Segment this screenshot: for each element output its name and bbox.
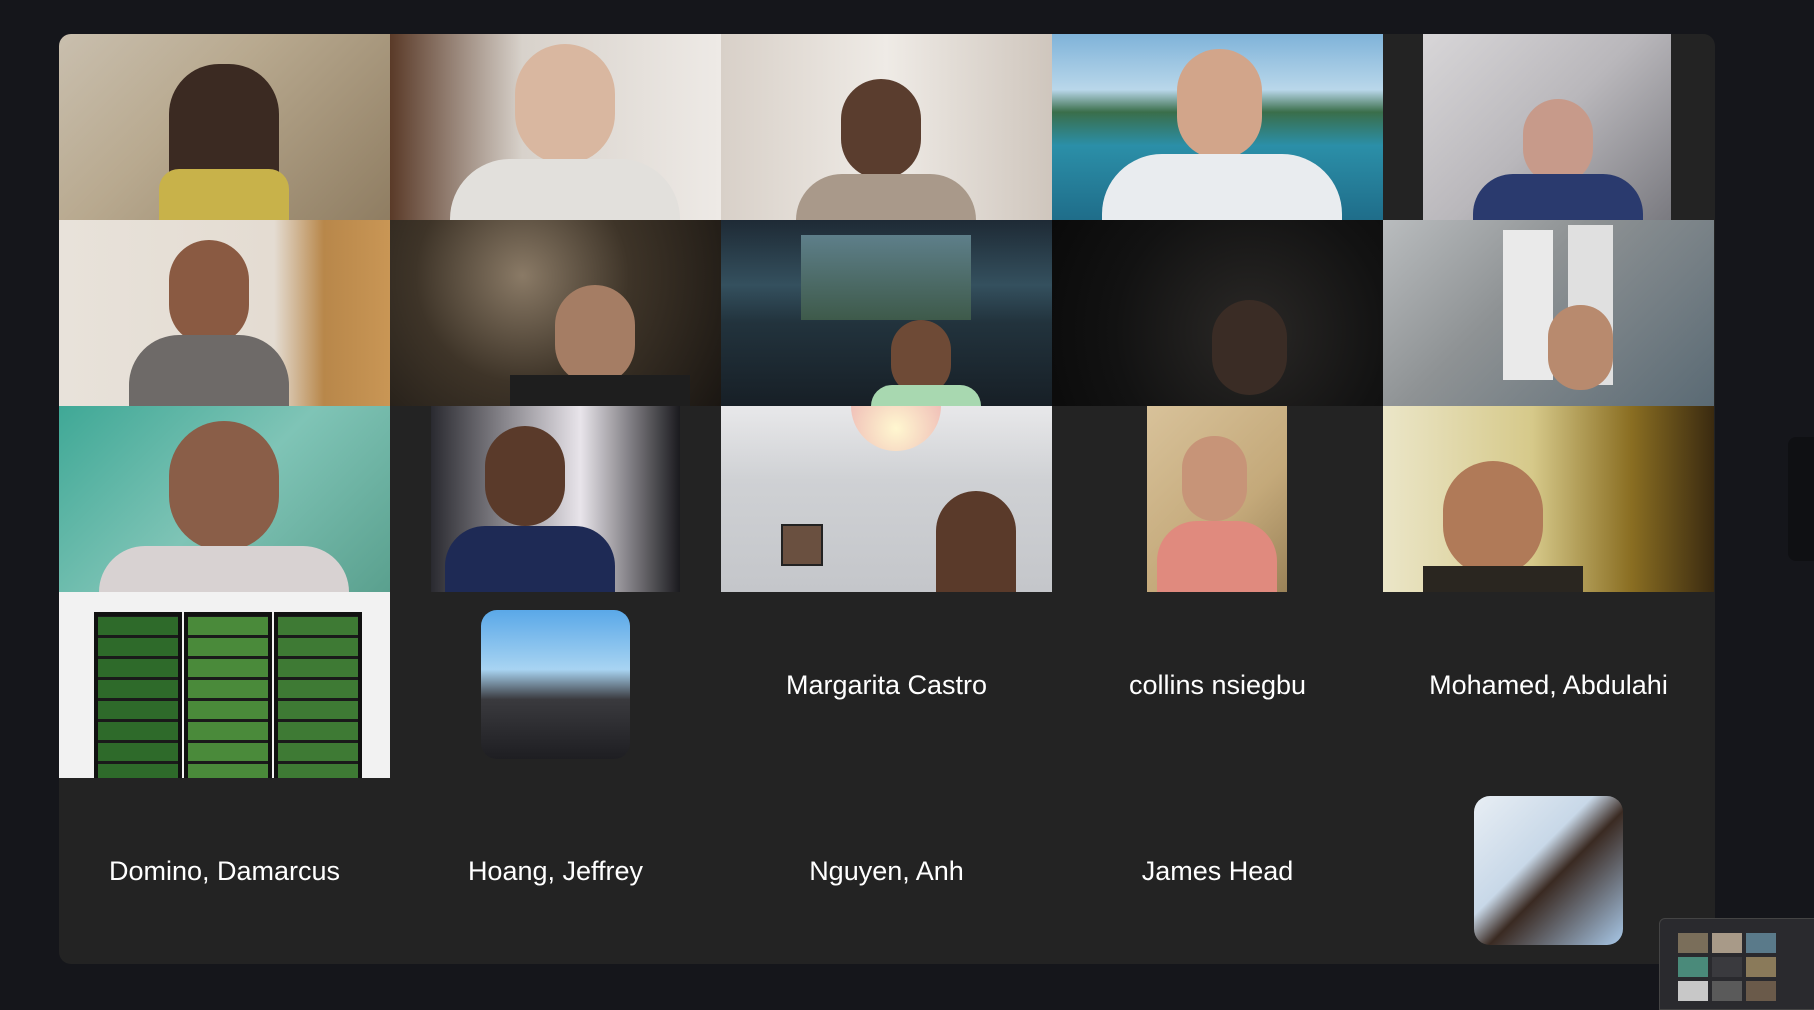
participant-name: James Head [1141, 855, 1294, 886]
participant-name-tile[interactable]: collins nsiegbu [1052, 592, 1383, 778]
profile-photo [1474, 796, 1623, 945]
participant-name-tile[interactable]: James Head [1052, 778, 1383, 964]
participant-video-tile[interactable] [1383, 220, 1714, 406]
participant-video-tile[interactable] [721, 34, 1052, 220]
participant-name-tile[interactable]: Domino, Damarcus [59, 778, 390, 964]
participant-name: Hoang, Jeffrey [467, 855, 644, 886]
participant-video-tile[interactable] [390, 34, 721, 220]
participant-video-tile[interactable] [1052, 34, 1383, 220]
thumbnail-preview[interactable] [1659, 918, 1814, 1010]
participant-video-tile[interactable] [59, 220, 390, 406]
participant-name: Margarita Castro [785, 669, 988, 700]
participant-name: Domino, Damarcus [108, 855, 341, 886]
participant-video-tile[interactable] [390, 406, 721, 592]
side-panel-handle[interactable] [1788, 437, 1814, 561]
participant-name: collins nsiegbu [1128, 669, 1307, 700]
participant-video-tile[interactable] [1383, 406, 1714, 592]
participant-video-tile[interactable] [390, 220, 721, 406]
participant-video-tile[interactable] [59, 592, 390, 778]
participant-video-tile[interactable] [721, 220, 1052, 406]
participant-video-tile[interactable] [721, 406, 1052, 592]
participant-video-tile[interactable] [59, 34, 390, 220]
participant-avatar-tile[interactable] [390, 592, 721, 778]
participant-name: Nguyen, Anh [809, 855, 964, 886]
participant-name-tile[interactable]: Mohamed, Abdulahi [1383, 592, 1714, 778]
participant-video-tile[interactable] [1052, 406, 1383, 592]
participant-video-tile[interactable] [59, 406, 390, 592]
participant-video-tile[interactable] [1383, 34, 1714, 220]
participant-name: Mohamed, Abdulahi [1429, 669, 1668, 700]
video-gallery: Margarita Castro collins nsiegbu Mohamed… [59, 34, 1715, 964]
profile-photo [481, 610, 630, 759]
participant-name-tile[interactable]: Margarita Castro [721, 592, 1052, 778]
participant-video-tile[interactable] [1052, 220, 1383, 406]
participant-name-tile[interactable]: Nguyen, Anh [721, 778, 1052, 964]
participant-name-tile[interactable]: Hoang, Jeffrey [390, 778, 721, 964]
